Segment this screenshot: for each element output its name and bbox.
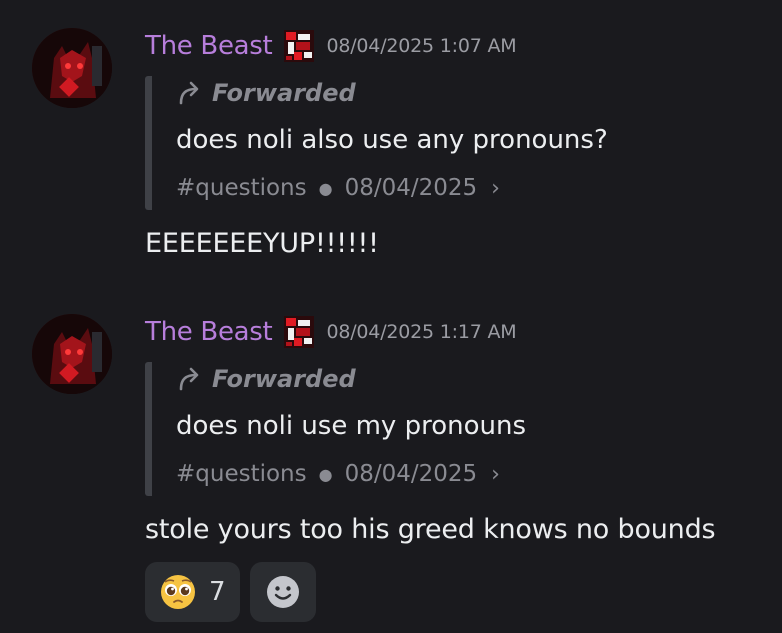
demon-avatar-icon — [32, 314, 112, 394]
pleading-face-icon — [161, 575, 195, 609]
glitch-badge-icon — [282, 28, 316, 64]
author-name[interactable]: The Beast — [145, 31, 273, 61]
source-channel[interactable]: #questions — [176, 175, 307, 201]
source-channel[interactable]: #questions — [176, 461, 307, 487]
demon-avatar-icon — [32, 28, 112, 108]
forwarded-label-row: Forwarded — [176, 76, 736, 110]
timestamp: 08/04/2025 1:17 AM — [326, 321, 517, 343]
reaction-pleading-face[interactable]: 7 — [145, 562, 240, 622]
forwarded-label: Forwarded — [212, 365, 356, 393]
forwarded-label: Forwarded — [212, 79, 356, 107]
author-name[interactable]: The Beast — [145, 317, 273, 347]
source-date: 08/04/2025 — [344, 461, 478, 487]
forward-arrow-icon — [179, 367, 199, 391]
forwarded-message: Forwarded does noli use my pronouns #que… — [145, 362, 736, 496]
source-date: 08/04/2025 — [344, 175, 478, 201]
message-text: EEEEEEEYUP!!!!!! — [145, 228, 379, 259]
forwarded-message: Forwarded does noli also use any pronoun… — [145, 76, 736, 210]
separator-dot: ● — [318, 464, 333, 484]
quoted-text: does noli use my pronouns — [176, 411, 526, 441]
source-link[interactable]: #questions ● 08/04/2025 › — [176, 172, 736, 204]
source-link[interactable]: #questions ● 08/04/2025 › — [176, 458, 736, 490]
chevron-right-icon: › — [491, 461, 500, 487]
forward-arrow-icon — [179, 81, 199, 105]
quoted-text: does noli also use any pronouns? — [176, 125, 608, 155]
chevron-right-icon: › — [491, 175, 500, 201]
add-reaction-button[interactable] — [249, 562, 316, 622]
glitch-badge-icon — [282, 314, 316, 350]
smiley-add-reaction-icon — [266, 576, 299, 608]
forwarded-label-row: Forwarded — [176, 362, 736, 396]
reaction-bar: 7 — [145, 562, 316, 622]
separator-dot: ● — [318, 178, 333, 198]
message-text: stole yours too his greed knows no bound… — [145, 514, 716, 545]
timestamp: 08/04/2025 1:07 AM — [326, 35, 517, 57]
avatar[interactable] — [32, 28, 112, 108]
avatar[interactable] — [32, 314, 112, 394]
reaction-count: 7 — [209, 577, 226, 607]
